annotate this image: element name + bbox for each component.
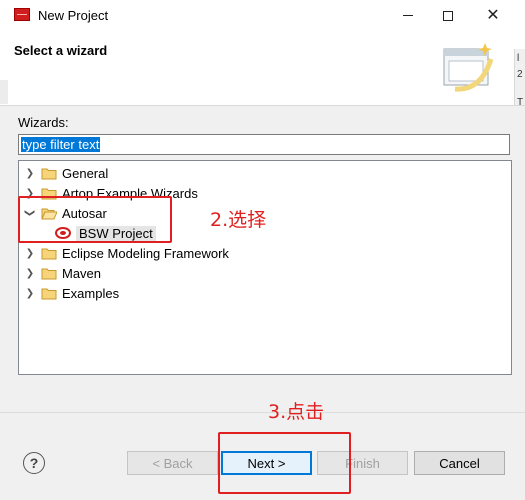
filter-input[interactable]: type filter text (18, 134, 510, 155)
wizard-tree[interactable]: ❯ General ❯ Artop Example Wizards ❯ Auto… (18, 160, 512, 375)
wizards-label: Wizards: (18, 115, 69, 130)
background-window-edge (0, 80, 8, 104)
annotation-click-label: 3.点击 (268, 401, 325, 423)
back-button[interactable]: < Back (127, 451, 218, 475)
maximize-icon (443, 10, 453, 21)
cancel-button[interactable]: Cancel (414, 451, 505, 475)
close-icon: ✕ (486, 6, 500, 24)
annotation-box-select (18, 196, 172, 243)
tree-item-label: Maven (62, 265, 102, 281)
folder-icon (41, 248, 57, 259)
folder-icon (41, 168, 57, 179)
title-bar: New Project ✕ (0, 0, 525, 31)
app-icon (14, 8, 30, 21)
chevron-right-icon[interactable]: ❯ (23, 166, 37, 180)
window-title: New Project (38, 8, 109, 23)
chevron-right-icon[interactable]: ❯ (23, 286, 37, 300)
annotation-box-click (218, 432, 351, 494)
annotation-select-label: 2.选择 (210, 209, 267, 231)
chevron-right-icon[interactable]: ❯ (23, 266, 37, 280)
tree-item-label: Eclipse Modeling Framework (62, 245, 229, 261)
close-button[interactable]: ✕ (470, 0, 516, 31)
footer-divider (0, 412, 525, 413)
chevron-right-icon[interactable]: ❯ (23, 246, 37, 260)
tree-item-label: Examples (62, 285, 120, 301)
edge-char: 2 (517, 69, 523, 80)
folder-icon (41, 288, 57, 299)
page-title: Select a wizard (14, 43, 108, 58)
minimize-icon (403, 15, 413, 16)
tree-item-maven[interactable]: ❯ Maven (23, 263, 101, 283)
edge-char: l (517, 53, 520, 64)
folder-icon (41, 268, 57, 279)
maximize-button[interactable] (425, 0, 471, 31)
filter-text: type filter text (21, 137, 101, 152)
tree-item-examples[interactable]: ❯ Examples (23, 283, 119, 303)
tree-item-emf[interactable]: ❯ Eclipse Modeling Framework (23, 243, 229, 263)
wizard-banner-icon (443, 43, 494, 92)
wizard-header: Select a wizard l 2 T (0, 31, 525, 117)
tree-item-label: General (62, 165, 109, 181)
help-button[interactable]: ? (23, 452, 45, 474)
tree-item-general[interactable]: ❯ General (23, 163, 108, 183)
